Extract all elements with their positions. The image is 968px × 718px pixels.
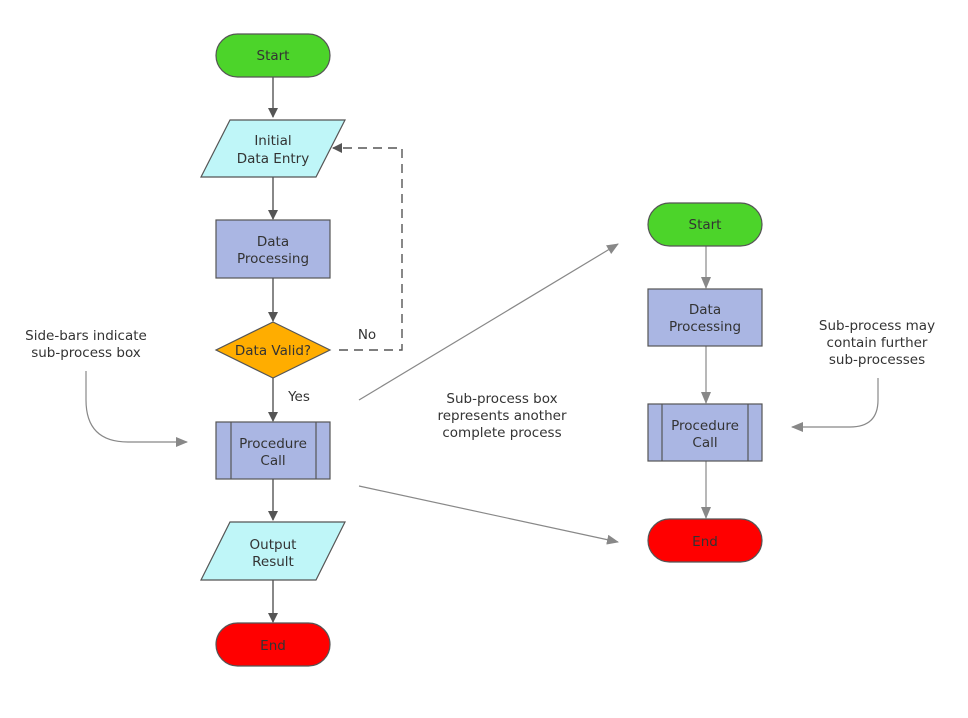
sub-process-label-line2: Processing — [669, 319, 741, 335]
annotation-right-line2: contain further — [827, 335, 928, 351]
expand-arrow-to-sub-start — [358, 243, 619, 401]
main-input-label-line2: Data Entry — [237, 151, 309, 167]
main-end-label: End — [260, 638, 286, 654]
main-start-label: Start — [257, 48, 290, 64]
annotation-right-arrow — [791, 378, 879, 432]
annotation-middle: Sub-process box represents another compl… — [438, 391, 567, 441]
annotation-middle-line1: Sub-process box — [446, 391, 557, 407]
main-output-parallelogram[interactable]: Output Result — [200, 521, 346, 581]
annotation-sidebars: Side-bars indicate sub-process box — [25, 328, 188, 447]
sub-start-terminator[interactable]: Start — [647, 202, 763, 247]
sub-subprocess-box[interactable]: Procedure Call — [647, 403, 763, 462]
sub-process-box[interactable]: Data Processing — [647, 288, 763, 347]
annotation-middle-line3: complete process — [442, 425, 561, 441]
main-process-label-line1: Data — [257, 234, 289, 250]
sub-end-label: End — [692, 534, 718, 550]
annotation-middle-line2: represents another — [438, 408, 567, 424]
sub-subprocess-label-line2: Call — [692, 435, 717, 451]
main-decision-diamond[interactable]: Data Valid? — [214, 321, 332, 379]
main-subprocess-label-line1: Procedure — [239, 436, 307, 452]
main-subprocess-label-line2: Call — [260, 453, 285, 469]
expand-arrow-to-sub-end — [358, 485, 619, 545]
main-input-parallelogram[interactable]: Initial Data Entry — [200, 119, 346, 178]
sub-start-label: Start — [689, 217, 722, 233]
annotation-right-line3: sub-processes — [829, 352, 925, 368]
annotation-right: Sub-process may contain further sub-proc… — [791, 318, 935, 432]
main-end-terminator[interactable]: End — [215, 622, 331, 667]
annotation-right-line1: Sub-process may — [819, 318, 935, 334]
annotation-sidebars-line2: sub-process box — [31, 345, 141, 361]
annotation-sidebars-arrow — [85, 371, 188, 447]
main-start-terminator[interactable]: Start — [215, 33, 331, 78]
sub-subprocess-label-line1: Procedure — [671, 418, 739, 434]
main-subprocess-box[interactable]: Procedure Call — [215, 421, 331, 480]
main-process-box[interactable]: Data Processing — [215, 219, 331, 279]
main-output-label-line2: Result — [252, 554, 294, 570]
flowchart-canvas: Start Initial Data Entry Data Processing… — [25, 33, 935, 667]
main-process-label-line2: Processing — [237, 251, 309, 267]
sub-process-label-line1: Data — [689, 302, 721, 318]
main-output-label-line1: Output — [250, 537, 297, 553]
main-input-label-line1: Initial — [254, 133, 291, 149]
annotation-sidebars-line1: Side-bars indicate — [25, 328, 147, 344]
main-decision-label: Data Valid? — [235, 343, 311, 359]
connector-no-loop — [332, 143, 403, 351]
yes-branch-label: Yes — [287, 389, 310, 405]
no-branch-label: No — [358, 327, 376, 343]
sub-end-terminator[interactable]: End — [647, 518, 763, 563]
